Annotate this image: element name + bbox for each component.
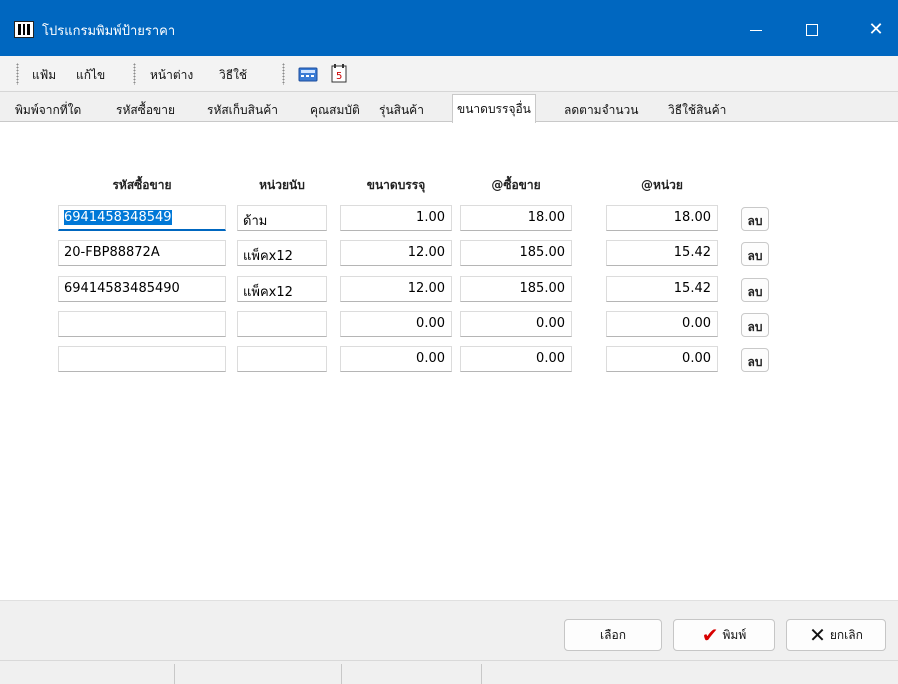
barcode-app-icon bbox=[14, 21, 34, 38]
tab-trade-code[interactable]: รหัสซื้อขาย bbox=[112, 98, 179, 122]
menu-help[interactable]: วิธีใช้ bbox=[219, 66, 247, 85]
per-unit-price-input[interactable]: 15.42 bbox=[606, 276, 718, 302]
per-unit-price-input[interactable]: 0.00 bbox=[606, 346, 718, 372]
tab-other-pack-sizes[interactable]: ขนาดบรรจุอื่น bbox=[452, 94, 536, 123]
delete-row-button[interactable]: ลบ bbox=[741, 278, 769, 302]
unit-input[interactable]: ด้าม bbox=[237, 205, 327, 231]
pack-size-input[interactable]: 12.00 bbox=[340, 240, 452, 266]
menu-bar: แฟ้ม แก้ไข หน้าต่าง วิธีใช้ 5 bbox=[0, 56, 898, 92]
pack-size-input[interactable]: 0.00 bbox=[340, 311, 452, 337]
tab-stock-code[interactable]: รหัสเก็บสินค้า bbox=[203, 98, 282, 122]
menu-window[interactable]: หน้าต่าง bbox=[150, 66, 193, 85]
unit-input[interactable] bbox=[237, 311, 327, 337]
tab-product-usage[interactable]: วิธีใช้สินค้า bbox=[664, 98, 730, 122]
delete-row-button[interactable]: ลบ bbox=[741, 207, 769, 231]
svg-text:5: 5 bbox=[336, 71, 342, 82]
status-separator bbox=[341, 664, 342, 684]
trade-code-input[interactable] bbox=[58, 311, 226, 337]
header-unit: หน่วยนับ bbox=[259, 178, 305, 192]
status-separator bbox=[481, 664, 482, 684]
trade-code-input[interactable] bbox=[58, 346, 226, 372]
header-trade-price: @ซื้อขาย bbox=[491, 178, 541, 192]
maximize-icon bbox=[806, 24, 818, 36]
header-pack-size: ขนาดบรรจุ bbox=[366, 178, 426, 192]
delete-row-button[interactable]: ลบ bbox=[741, 348, 769, 372]
select-button-label: เลือก bbox=[600, 627, 626, 642]
selected-text: 6941458348549 bbox=[64, 210, 172, 225]
tab-product-model[interactable]: รุ่นสินค้า bbox=[375, 98, 428, 122]
calculator-icon[interactable] bbox=[297, 64, 319, 84]
header-per-unit-price: @หน่วย bbox=[641, 178, 683, 192]
delete-row-button[interactable]: ลบ bbox=[741, 313, 769, 337]
toolbar-grip-handle[interactable] bbox=[282, 63, 285, 85]
close-button[interactable]: ✕ bbox=[854, 10, 898, 50]
minimize-button[interactable] bbox=[734, 10, 778, 50]
calendar-icon[interactable]: 5 bbox=[328, 64, 350, 84]
close-icon: ✕ bbox=[868, 19, 884, 40]
menu-grip-handle[interactable] bbox=[133, 63, 136, 85]
trade-code-input[interactable]: 6941458348549 bbox=[58, 205, 226, 231]
menu-edit[interactable]: แก้ไข bbox=[76, 66, 105, 85]
unit-input[interactable]: แพ็คx12 bbox=[237, 276, 327, 302]
tab-print-source[interactable]: พิมพ์จากที่ใด bbox=[11, 98, 85, 122]
per-unit-price-input[interactable]: 0.00 bbox=[606, 311, 718, 337]
per-unit-price-input[interactable]: 15.42 bbox=[606, 240, 718, 266]
print-button[interactable]: ✔ พิมพ์ bbox=[673, 619, 775, 651]
cancel-button[interactable]: ✕ ยกเลิก bbox=[786, 619, 886, 651]
maximize-button[interactable] bbox=[790, 10, 834, 50]
delete-row-button[interactable]: ลบ bbox=[741, 242, 769, 266]
tab-strip: พิมพ์จากที่ใด รหัสซื้อขาย รหัสเก็บสินค้า… bbox=[0, 92, 898, 123]
trade-price-input[interactable]: 185.00 bbox=[460, 276, 572, 302]
pack-size-input[interactable]: 1.00 bbox=[340, 205, 452, 231]
pack-size-panel: รหัสซื้อขาย หน่วยนับ ขนาดบรรจุ @ซื้อขาย … bbox=[0, 123, 898, 599]
print-button-label: พิมพ์ bbox=[722, 627, 747, 642]
menu-grip-handle[interactable] bbox=[16, 63, 19, 85]
pack-size-input[interactable]: 12.00 bbox=[340, 276, 452, 302]
minimize-icon bbox=[750, 29, 762, 31]
trade-code-input[interactable]: 69414583485490 bbox=[58, 276, 226, 302]
trade-price-input[interactable]: 0.00 bbox=[460, 346, 572, 372]
title-bar[interactable]: โปรแกรมพิมพ์ป้ายราคา ✕ bbox=[0, 0, 898, 56]
status-separator bbox=[174, 664, 175, 684]
unit-input[interactable] bbox=[237, 346, 327, 372]
action-panel: เลือก ✔ พิมพ์ ✕ ยกเลิก bbox=[0, 600, 898, 660]
trade-price-input[interactable]: 0.00 bbox=[460, 311, 572, 337]
select-button[interactable]: เลือก bbox=[564, 619, 662, 651]
trade-code-input[interactable]: 20-FBP88872A bbox=[58, 240, 226, 266]
status-bar bbox=[0, 660, 898, 684]
trade-price-input[interactable]: 18.00 bbox=[460, 205, 572, 231]
pack-size-input[interactable]: 0.00 bbox=[340, 346, 452, 372]
trade-price-input[interactable]: 185.00 bbox=[460, 240, 572, 266]
unit-input[interactable]: แพ็คx12 bbox=[237, 240, 327, 266]
header-trade-code: รหัสซื้อขาย bbox=[112, 178, 172, 192]
tab-properties[interactable]: คุณสมบัติ bbox=[306, 98, 364, 122]
checkmark-icon: ✔ bbox=[701, 623, 719, 647]
cross-icon: ✕ bbox=[809, 623, 826, 647]
per-unit-price-input[interactable]: 18.00 bbox=[606, 205, 718, 231]
menu-file[interactable]: แฟ้ม bbox=[32, 66, 56, 85]
tab-quantity-discount[interactable]: ลดตามจำนวน bbox=[560, 98, 643, 122]
window-title: โปรแกรมพิมพ์ป้ายราคา bbox=[42, 24, 176, 39]
cancel-button-label: ยกเลิก bbox=[829, 627, 863, 642]
